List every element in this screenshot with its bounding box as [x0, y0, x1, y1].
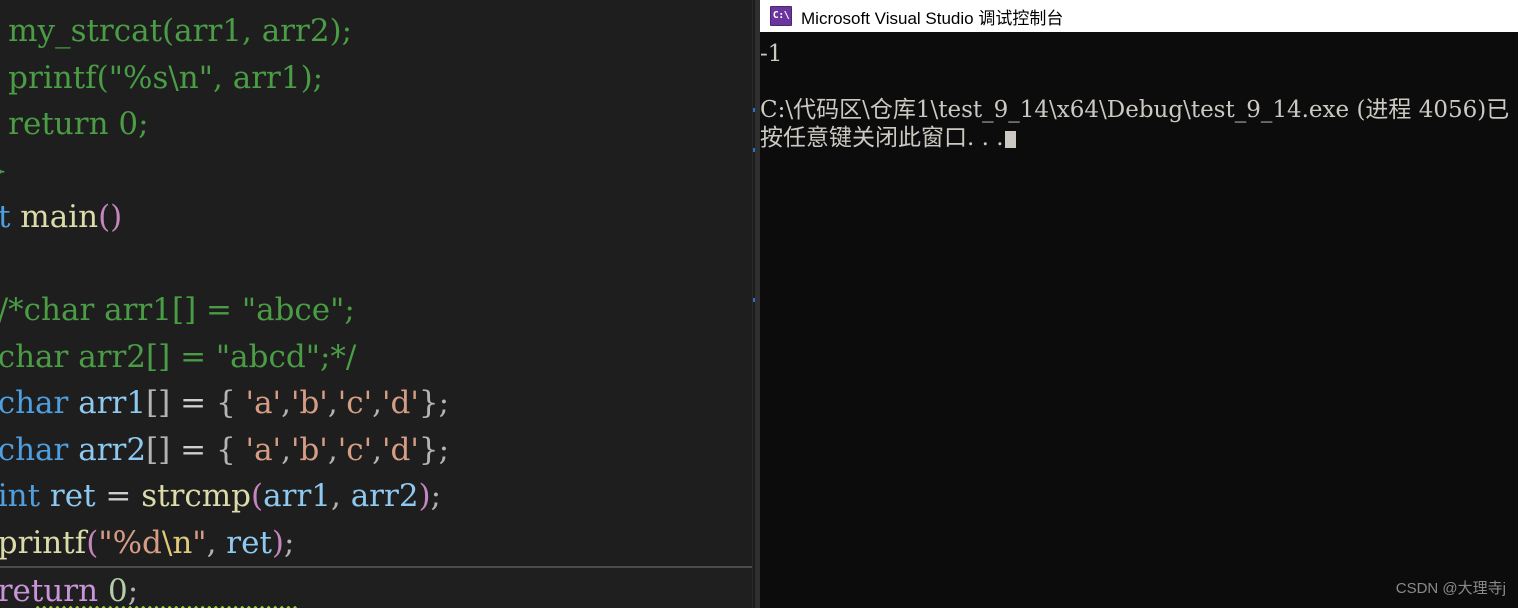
code-token: (: [86, 524, 99, 561]
code-token: printf("%s\n", arr1);: [0, 59, 324, 96]
console-output-line: -1: [760, 41, 783, 67]
code-token: ,: [372, 431, 382, 468]
code-token: /}: [0, 153, 8, 189]
line-blank-1[interactable]: [0, 241, 758, 288]
code-token: arr2: [78, 431, 147, 468]
screen-root: / my_strcat(arr1, arr2);/ printf("%s\n",…: [0, 0, 1518, 608]
code-token: int: [0, 478, 41, 514]
code-token: arr2: [350, 478, 419, 514]
code-token: ): [271, 524, 285, 561]
code-token: strcmp: [141, 478, 252, 514]
line-printf-arr1[interactable]: / printf("%s\n", arr1);: [0, 55, 758, 102]
line-printf-ret[interactable]: printf("%d\n", ret);: [0, 520, 758, 567]
line-char-arr1-init[interactable]: char arr1[] = { 'a','b','c','d'};: [0, 380, 758, 427]
line-return-zero-commented[interactable]: / return 0;: [0, 101, 758, 148]
line-comment-arr1-abce[interactable]: /*char arr1[] = "abce";: [0, 287, 758, 334]
code-token: 'b': [290, 431, 328, 468]
code-token: arr1: [263, 478, 331, 514]
code-token: char: [0, 431, 69, 468]
code-token: 'a': [235, 385, 282, 421]
line-comment-arr2-abcd[interactable]: char arr2[] = "abcd";*/: [0, 334, 758, 381]
code-token: {: [215, 385, 236, 421]
code-token: ,: [330, 478, 351, 514]
code-token: 'c': [337, 385, 373, 421]
code-token: 'd': [381, 385, 419, 421]
code-token: ": [192, 524, 207, 561]
code-token: 'b': [290, 385, 328, 421]
line-int-main[interactable]: nt main(): [0, 194, 758, 241]
code-token: 'a': [235, 431, 282, 468]
line-char-arr2-init[interactable]: char arr2[] = { 'a','b','c','d'};: [0, 427, 758, 474]
code-token: char arr2[] = "abcd";*/: [0, 338, 357, 375]
code-token: ;: [430, 478, 442, 514]
code-token: (: [251, 478, 264, 514]
console-icon: C:\: [770, 6, 792, 26]
code-token: "%d: [98, 524, 162, 561]
console-icon-glyph: C:\: [772, 10, 790, 21]
console-output-area[interactable]: -1 C:\代码区\仓库1\test_9_14\x64\Debug\test_9_…: [760, 32, 1518, 608]
debug-console-window[interactable]: C:\ Microsoft Visual Studio 调试控制台 -1 C:\代…: [760, 0, 1518, 608]
code-token: ret: [226, 524, 272, 561]
code-token: 'c': [337, 431, 373, 468]
code-token: ;: [284, 524, 295, 561]
code-token: nt: [0, 199, 11, 235]
code-token: };: [418, 385, 450, 421]
error-squiggle-icon: [36, 604, 366, 608]
code-token: ,: [281, 385, 291, 421]
code-token: (): [98, 199, 123, 235]
code-editor-pane[interactable]: / my_strcat(arr1, arr2);/ printf("%s\n",…: [0, 0, 758, 608]
code-token: []: [146, 431, 171, 468]
code-token: []: [146, 385, 171, 421]
line-return-zero[interactable]: return 0;: [0, 566, 758, 608]
console-output-line: 按任意键关闭此窗口. . .: [760, 124, 1518, 152]
code-token: main: [20, 199, 99, 235]
code-token: ,: [327, 385, 338, 421]
code-token: =: [170, 431, 216, 468]
console-output-line: C:\代码区\仓库1\test_9_14\x64\Debug\test_9_14…: [760, 97, 1510, 123]
code-token: /*char arr1[] = "abce";: [0, 292, 355, 328]
code-token: ,: [327, 431, 338, 468]
code-token: arr1: [78, 385, 147, 421]
code-token: my_strcat(arr1, arr2);: [0, 13, 353, 49]
code-token: {: [215, 431, 236, 468]
line-close-brace-commented[interactable]: /}: [0, 148, 758, 195]
code-token: printf: [0, 524, 87, 561]
line-my-strcat-call[interactable]: / my_strcat(arr1, arr2);: [0, 8, 758, 55]
code-token: 'd': [381, 431, 419, 468]
code-token: \n: [161, 524, 193, 561]
code-token: =: [170, 385, 216, 421]
console-title-bar[interactable]: C:\ Microsoft Visual Studio 调试控制台: [760, 0, 1518, 32]
code-token: =: [95, 478, 142, 514]
csdn-watermark: CSDN @大理寺j: [1395, 580, 1506, 597]
code-token: ret: [49, 478, 96, 514]
console-title-label: Microsoft Visual Studio 调试控制台: [801, 8, 1064, 28]
code-token: char: [0, 385, 69, 421]
squiggle-underline-region: int ret = strcmp(arr1, arr2);: [0, 473, 441, 520]
code-token: ): [418, 478, 431, 514]
console-cursor: [1004, 131, 1016, 148]
code-text-area[interactable]: / my_strcat(arr1, arr2);/ printf("%s\n",…: [0, 8, 758, 608]
code-token: return 0;: [0, 106, 149, 142]
code-token: ,: [281, 431, 291, 468]
code-token: };: [418, 431, 450, 468]
code-token: ,: [372, 385, 382, 421]
line-int-ret-strcmp[interactable]: int ret = strcmp(arr1, arr2);: [0, 473, 758, 608]
code-token: ,: [206, 524, 227, 561]
